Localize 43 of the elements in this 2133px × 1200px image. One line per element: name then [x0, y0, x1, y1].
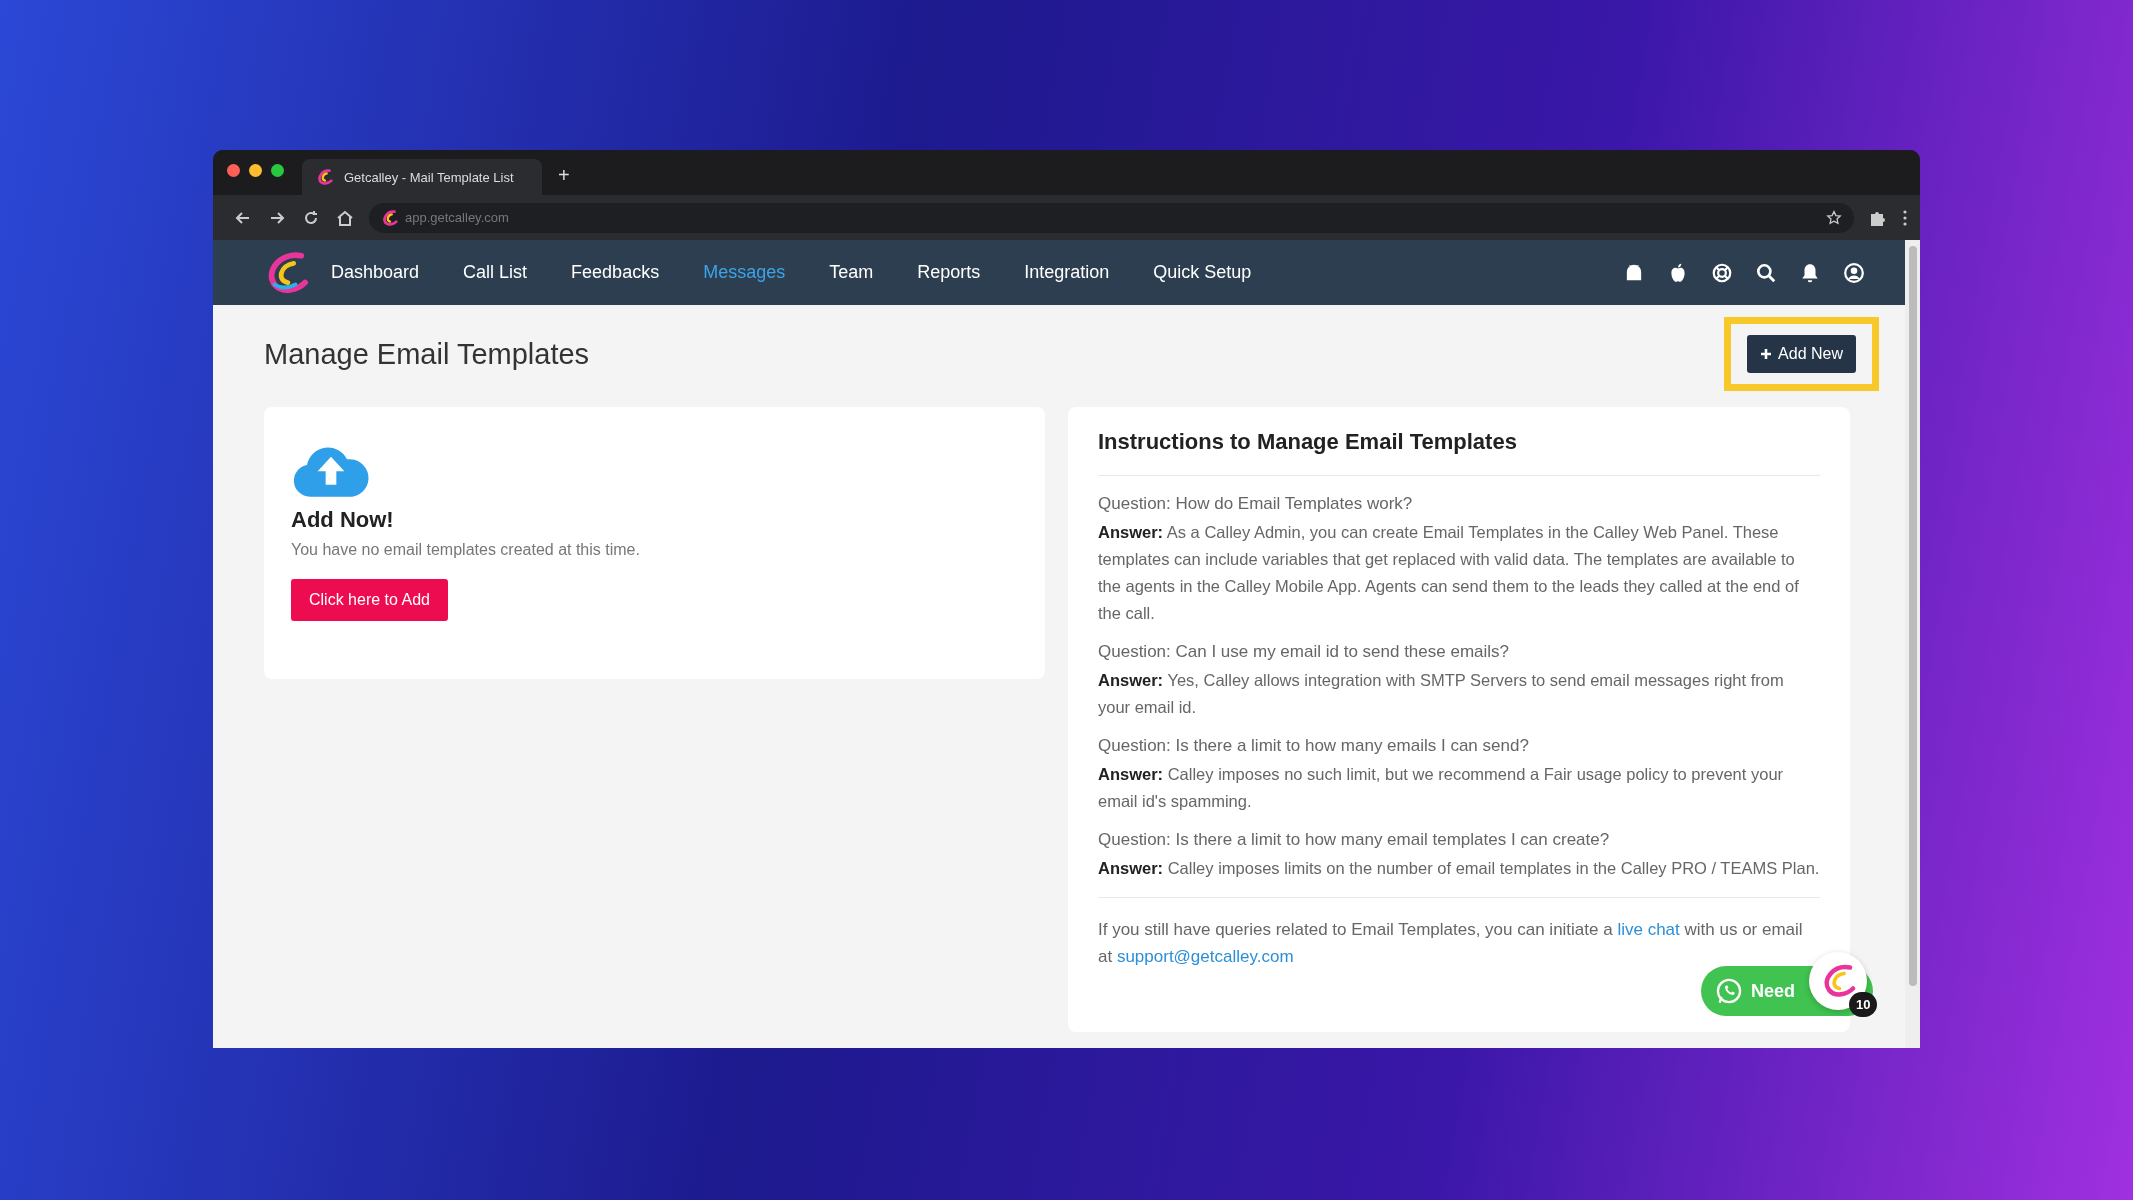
nav-link[interactable]: Feedbacks	[571, 262, 660, 283]
add-template-button[interactable]: Click here to Add	[291, 579, 448, 621]
search-icon[interactable]	[1755, 261, 1777, 284]
faq-answer: Answer: As a Calley Admin, you can create Email Templates in the Calley Web Panel. These templates can include variables that get replaced with valid data. The templates are available to the agents in the Calley Mobile App. Agents can send them to the leads they called at the end of the call.	[1098, 522, 1800, 624]
tab-title: Getcalley - Mail Template List	[344, 169, 514, 185]
card-title: Add Now!	[291, 507, 395, 533]
instructions-title: Instructions to Manage Email Templates	[1098, 429, 1518, 455]
email-link[interactable]: support@getcalley.com	[1116, 947, 1294, 966]
empty-message: You have no email templates created at this time.	[291, 541, 641, 559]
nav-link[interactable]: Dashboard	[331, 262, 420, 283]
faq-answer: Answer: Calley imposes no such limit, but we recommend a Fair usage policy to prevent your email id's spamming.	[1098, 764, 1785, 812]
new-tab-button[interactable]: +	[542, 164, 586, 195]
support-note: If you still have queries related to Email Templates, you can initiate a live chat with us or email at support@getcalley.com	[1098, 919, 1804, 968]
address-field[interactable]: app.getcalley.com	[369, 202, 1854, 233]
notification-count: 10	[1849, 992, 1878, 1017]
faq-question: Question: Is there a limit to how many email templates I can create?	[1098, 830, 1611, 850]
faq-answer: Answer: Yes, Calley allows integration with SMTP Servers to send email messages right from your email id.	[1098, 670, 1785, 718]
star-icon[interactable]	[1826, 209, 1842, 226]
nav-link[interactable]: Quick Setup	[1153, 262, 1252, 283]
logo-icon	[316, 168, 334, 186]
scrollbar[interactable]	[1905, 240, 1920, 1048]
bell-icon[interactable]	[1799, 261, 1821, 284]
browser-tab[interactable]: Getcalley - Mail Template List	[302, 159, 542, 195]
live-chat-link[interactable]: live chat	[1617, 920, 1680, 939]
plus-icon	[1760, 348, 1773, 360]
page-title: Manage Email Templates	[264, 337, 590, 371]
close-icon[interactable]	[227, 164, 240, 177]
nav-link[interactable]: Call List	[463, 262, 528, 283]
faq-question: Question: Is there a limit to how many emails I can send?	[1098, 736, 1530, 756]
nav-link[interactable]: Reports	[917, 262, 981, 283]
nav-link[interactable]: Integration	[1024, 262, 1110, 283]
faq-question: Question: How do Email Templates work?	[1098, 494, 1414, 514]
user-icon[interactable]	[1843, 261, 1865, 284]
faq-answer: Answer: Calley imposes limits on the number of email templates in the Calley PRO / TEAMS Plan.	[1098, 858, 1820, 879]
minimize-icon[interactable]	[249, 164, 262, 177]
maximize-icon[interactable]	[271, 164, 284, 177]
add-new-button[interactable]: Add New	[1747, 335, 1856, 373]
faq-question: Question: Can I use my email id to send these emails?	[1098, 642, 1511, 662]
whatsapp-icon	[1715, 977, 1743, 1005]
nav-link[interactable]: Team	[829, 262, 874, 283]
lifebuoy-icon[interactable]	[1711, 261, 1733, 284]
nav-link[interactable]: Messages	[703, 262, 786, 283]
logo-icon	[381, 208, 399, 227]
